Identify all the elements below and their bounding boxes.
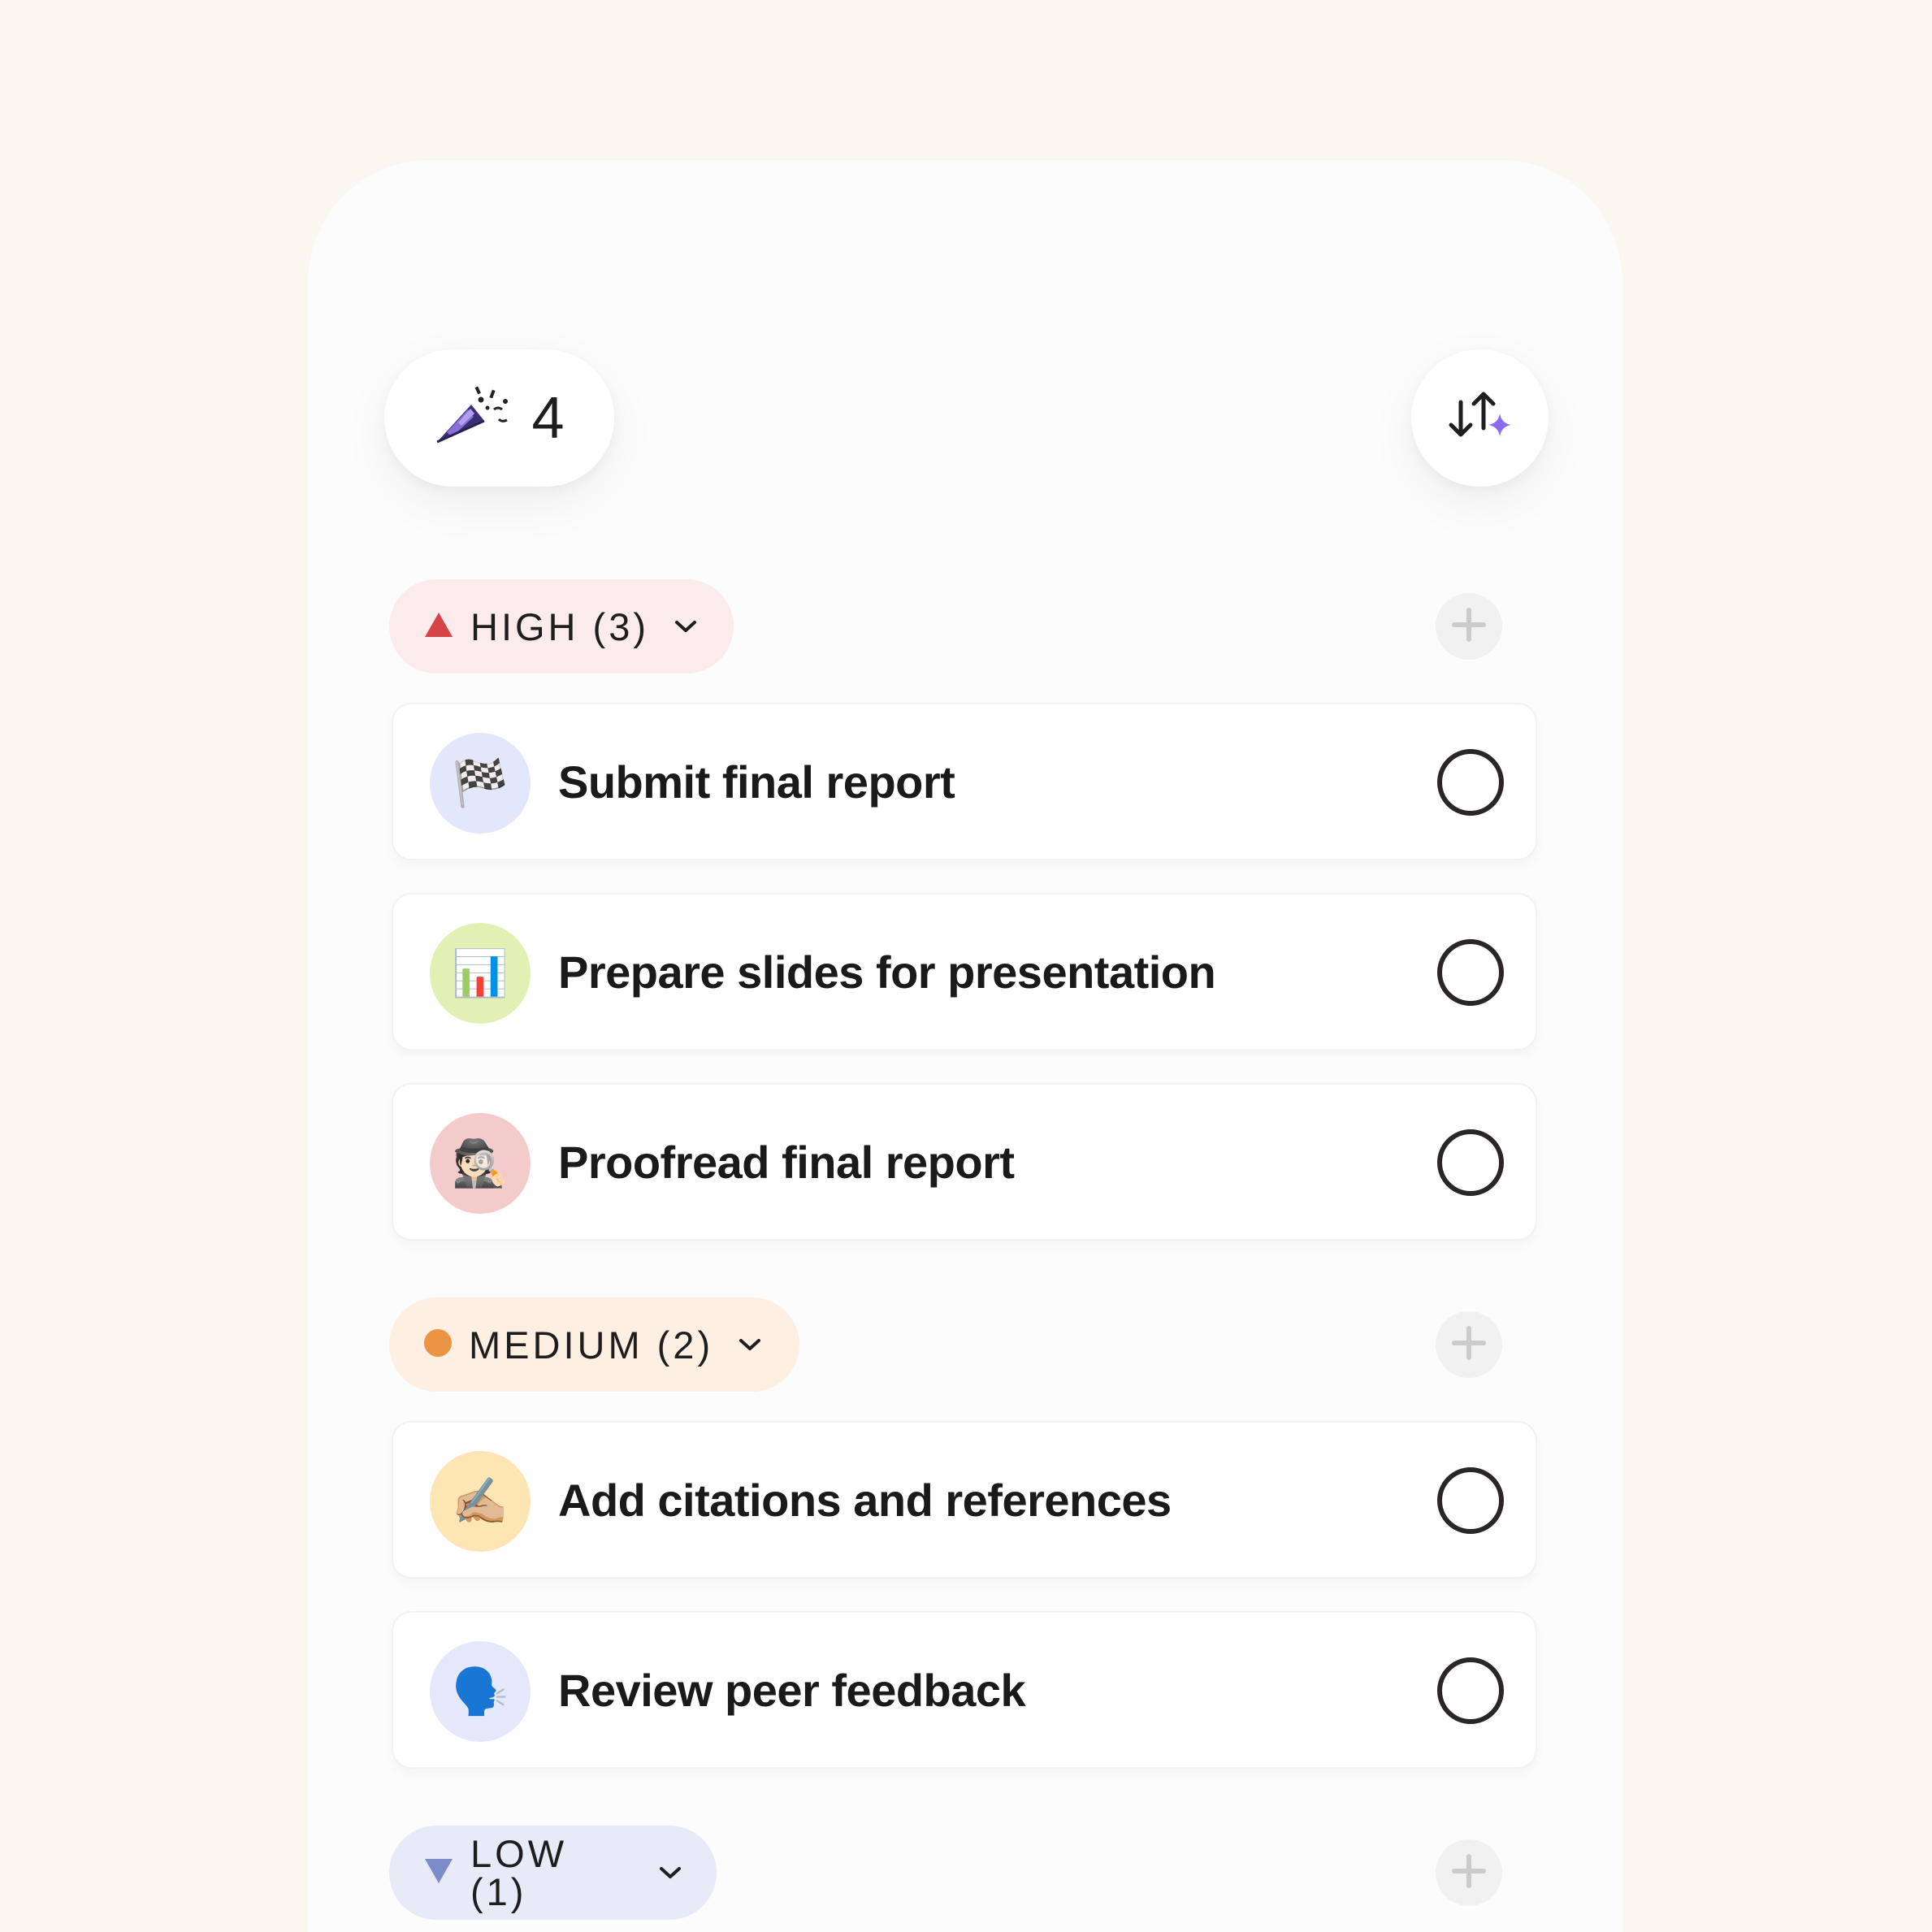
section-title: HIGH (3) bbox=[470, 604, 649, 648]
section-title: MEDIUM (2) bbox=[469, 1323, 714, 1367]
section-header-high[interactable]: HIGH (3) bbox=[389, 579, 734, 674]
chevron-down-icon bbox=[674, 618, 698, 635]
circle-icon bbox=[423, 1328, 453, 1362]
task-label: Prepare slides for presentation bbox=[558, 946, 1216, 998]
sort-button[interactable] bbox=[1411, 349, 1549, 487]
task-label: Submit final report bbox=[558, 756, 955, 808]
task-emoji: 🕵🏻 bbox=[430, 1113, 531, 1214]
add-task-button-high[interactable] bbox=[1436, 593, 1502, 660]
section-header-medium[interactable]: MEDIUM (2) bbox=[389, 1297, 799, 1392]
task-item[interactable]: ✍🏼 Add citations and references bbox=[392, 1421, 1537, 1579]
task-item[interactable]: 🏁 Submit final report bbox=[392, 703, 1537, 860]
task-item[interactable]: 🕵🏻 Proofread final report bbox=[392, 1083, 1537, 1241]
task-checkbox[interactable] bbox=[1437, 1657, 1504, 1724]
chevron-down-icon bbox=[658, 1865, 682, 1881]
task-label: Proofread final report bbox=[558, 1136, 1015, 1188]
task-emoji: ✍🏼 bbox=[430, 1451, 531, 1552]
task-label: Add citations and references bbox=[558, 1474, 1172, 1526]
chevron-down-icon bbox=[738, 1336, 762, 1353]
task-label: Review peer feedback bbox=[558, 1664, 1026, 1716]
task-item[interactable]: 🗣️ Review peer feedback bbox=[392, 1611, 1537, 1769]
task-checkbox[interactable] bbox=[1437, 749, 1504, 816]
app-screen: 4 HIGH (3) 🏁 Submit final report 📊 Prepa… bbox=[308, 160, 1622, 1932]
streak-count: 4 bbox=[531, 385, 565, 451]
section-title: LOW (1) bbox=[470, 1832, 568, 1913]
streak-counter[interactable]: 4 bbox=[384, 349, 614, 487]
triangle-up-icon bbox=[423, 611, 454, 643]
task-checkbox[interactable] bbox=[1437, 939, 1504, 1006]
add-task-button-low[interactable] bbox=[1436, 1839, 1502, 1906]
add-task-button-medium[interactable] bbox=[1436, 1311, 1502, 1378]
section-header-low[interactable]: LOW (1) bbox=[389, 1826, 717, 1920]
task-emoji: 🗣️ bbox=[430, 1641, 531, 1742]
plus-icon bbox=[1451, 1325, 1487, 1365]
task-checkbox[interactable] bbox=[1437, 1467, 1504, 1534]
triangle-down-icon bbox=[423, 1857, 454, 1889]
party-popper-icon bbox=[434, 383, 512, 453]
plus-icon bbox=[1451, 607, 1487, 647]
task-emoji: 🏁 bbox=[430, 733, 531, 834]
task-emoji: 📊 bbox=[430, 923, 531, 1024]
task-item[interactable]: 📊 Prepare slides for presentation bbox=[392, 893, 1537, 1050]
task-checkbox[interactable] bbox=[1437, 1129, 1504, 1196]
sparkle-sort-icon bbox=[1446, 386, 1514, 450]
plus-icon bbox=[1451, 1853, 1487, 1893]
